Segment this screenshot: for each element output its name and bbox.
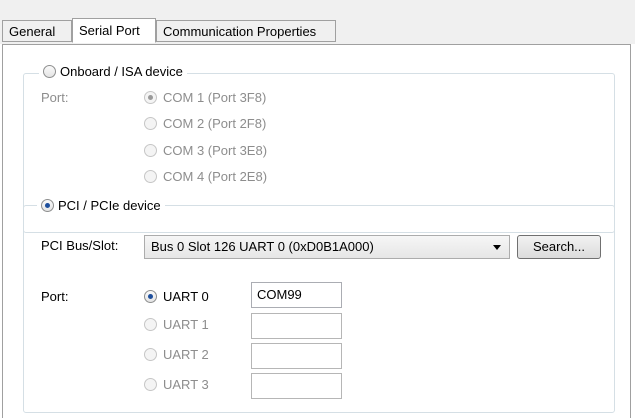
tab-label: Communication Properties [163,24,317,39]
com4-option[interactable]: COM 4 (Port 2E8) [144,168,267,186]
onboard-device-radio[interactable] [43,65,56,79]
tab-communication-properties[interactable]: Communication Properties [156,20,336,42]
uart3-label: UART 3 [163,377,209,392]
uart2-option[interactable]: UART 2 [144,346,209,364]
pci-device-radio[interactable] [41,199,54,213]
uart1-label: UART 1 [163,317,209,332]
onboard-device-option[interactable]: Onboard / ISA device [39,63,187,81]
pci-device-label: PCI / PCIe device [58,198,161,213]
search-button-label: Search... [532,239,586,254]
uart0-com-value: COM99 [257,287,302,302]
uart0-label: UART 0 [163,289,209,304]
onboard-port-label: Port: [41,90,69,105]
uart0-radio[interactable] [144,290,157,304]
com1-radio[interactable] [144,91,157,105]
pci-device-option[interactable]: PCI / PCIe device [37,197,165,215]
com3-radio[interactable] [144,144,157,158]
com2-label: COM 2 (Port 2F8) [163,116,267,131]
onboard-device-label: Onboard / ISA device [60,64,183,79]
uart2-radio[interactable] [144,348,157,362]
com1-label: COM 1 (Port 3F8) [163,90,267,105]
com1-option[interactable]: COM 1 (Port 3F8) [144,89,266,107]
com3-option[interactable]: COM 3 (Port 3E8) [144,142,267,160]
uart1-com-input[interactable] [251,313,342,339]
tab-general[interactable]: General [2,20,72,42]
uart0-option[interactable]: UART 0 [144,288,209,306]
tab-label: General [9,24,56,39]
com3-label: COM 3 (Port 3E8) [163,143,268,158]
tab-panel: Onboard / ISA device Port: COM 1 (Port 3… [2,44,631,418]
uart3-com-input[interactable] [251,373,342,399]
com4-label: COM 4 (Port 2E8) [163,169,268,184]
uart1-radio[interactable] [144,318,157,332]
uart2-label: UART 2 [163,347,209,362]
tab-label: Serial Port [79,23,140,38]
search-button[interactable]: Search... [517,235,601,259]
com4-radio[interactable] [144,170,157,184]
pci-port-label: Port: [41,289,69,304]
uart3-radio[interactable] [144,378,157,392]
chevron-down-icon [493,245,501,250]
pci-bus-slot-value: Bus 0 Slot 126 UART 0 (0xD0B1A000) [151,239,374,254]
uart2-com-input[interactable] [251,343,342,369]
com2-radio[interactable] [144,117,157,131]
uart3-option[interactable]: UART 3 [144,376,209,394]
tab-serial-port[interactable]: Serial Port [72,18,156,43]
pci-bus-slot-label: PCI Bus/Slot: [41,238,119,253]
pci-bus-slot-select[interactable]: Bus 0 Slot 126 UART 0 (0xD0B1A000) [144,235,510,259]
uart1-option[interactable]: UART 1 [144,316,209,334]
uart0-com-input[interactable]: COM99 [251,282,342,308]
com2-option[interactable]: COM 2 (Port 2F8) [144,115,266,133]
